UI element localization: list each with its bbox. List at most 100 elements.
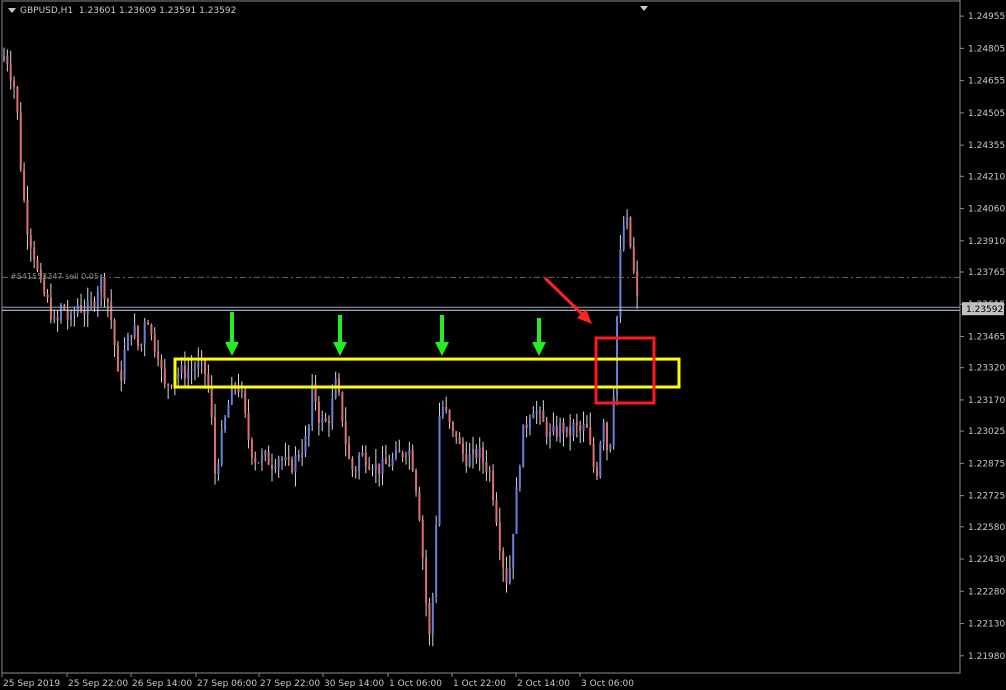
candle-body: [465, 453, 468, 467]
candle-body: [143, 322, 146, 345]
candle-body: [247, 412, 250, 440]
candle-body: [49, 297, 52, 320]
candle-body: [327, 420, 330, 424]
candle-body: [297, 455, 300, 457]
green-arrow-head: [333, 342, 347, 356]
chart-header: GBPUSD,H1 1.23601 1.23609 1.23591 1.2359…: [8, 6, 236, 16]
candle-body: [572, 422, 575, 436]
candle-body: [207, 374, 210, 387]
price-tick-label: 1.24805: [968, 44, 1005, 54]
candle-body: [371, 468, 374, 470]
candle-body: [626, 217, 629, 226]
time-tick-label: 1 Oct 06:00: [389, 679, 442, 689]
ohlc-label: 1.23601 1.23609 1.23591 1.23592: [78, 6, 237, 16]
candle-body: [606, 422, 608, 450]
price-tick-label: 1.24060: [968, 205, 1005, 215]
candle-body: [475, 448, 478, 458]
price-tick-label: 1.24355: [968, 141, 1005, 151]
candle-body: [358, 455, 361, 471]
candle-body: [274, 466, 277, 469]
candle-body: [197, 361, 200, 369]
green-arrow-icon: [333, 315, 347, 356]
candle-body: [518, 467, 521, 488]
candle-body: [545, 421, 548, 437]
candle-body: [482, 447, 485, 463]
candle-body: [435, 524, 438, 597]
candle-body: [23, 169, 26, 201]
candle-body: [244, 390, 247, 413]
candle-body: [532, 413, 535, 419]
candle-body: [177, 373, 180, 379]
price-chart[interactable]: 1.24955 1.24805 1.24655 1.24505 1.24355 1.242…: [0, 0, 1006, 690]
time-tick-label: 30 Sep 14:00: [324, 679, 384, 689]
candle-body: [629, 217, 632, 247]
price-tick-label: 1.23910: [968, 237, 1005, 247]
candle-body: [304, 435, 307, 453]
candle-body: [354, 469, 357, 471]
candle-body: [438, 415, 441, 525]
candle-body: [264, 451, 267, 456]
candle-body: [106, 299, 109, 303]
time-tick-label: 2 Oct 14:00: [517, 679, 570, 689]
candle-body: [559, 422, 562, 437]
price-tick-label: 1.24505: [968, 109, 1005, 119]
order-label[interactable]: #541552347 sell 0.05: [10, 272, 99, 281]
candle-body: [425, 557, 428, 604]
candle-body: [73, 313, 76, 315]
candle-body: [291, 459, 294, 473]
dropdown-triangle-icon[interactable]: [8, 8, 16, 13]
candle-body: [368, 466, 371, 469]
candle-body: [190, 369, 193, 371]
candle-body: [6, 56, 9, 64]
candle-body: [150, 324, 153, 335]
candle-body: [100, 278, 103, 292]
candle-body: [321, 418, 324, 424]
candle-body: [502, 550, 505, 568]
candle-body: [214, 417, 217, 474]
candle-body: [36, 259, 39, 270]
chart-shift-marker-icon[interactable]: [640, 6, 648, 11]
candle-body: [70, 314, 72, 320]
candle-body: [388, 464, 391, 467]
candle-body: [86, 301, 89, 315]
price-tick-label: 1.22875: [968, 459, 1005, 469]
candle-body: [492, 471, 495, 501]
candle-body: [451, 422, 454, 432]
candle-body: [374, 463, 377, 470]
candle-body: [187, 370, 190, 379]
candle-body: [555, 425, 558, 437]
candle-body: [307, 425, 310, 436]
candle-body: [539, 410, 541, 412]
candle-body: [93, 301, 96, 307]
candle-body: [183, 364, 186, 379]
candle-body: [294, 455, 297, 473]
candle-body: [522, 424, 525, 468]
candle-body: [582, 424, 585, 431]
candle-body: [384, 458, 387, 465]
candle-body: [9, 63, 12, 81]
candle-body: [348, 444, 351, 459]
candle-body: [565, 426, 568, 433]
time-tick-label: 26 Sep 14:00: [132, 679, 192, 689]
time-tick-label: 1 Oct 22:00: [453, 679, 506, 689]
green-arrow-icon: [225, 312, 239, 356]
candle-body: [338, 378, 340, 393]
candle-body: [431, 596, 434, 635]
candle-body: [271, 464, 273, 469]
candle-body: [485, 462, 488, 473]
candle-body: [137, 326, 139, 347]
candle-body: [508, 567, 511, 584]
candle-body: [599, 443, 602, 477]
time-tick-label: 27 Sep 22:00: [260, 679, 320, 689]
candle-body: [140, 344, 143, 347]
breakout-box: [594, 336, 656, 405]
candle-body: [589, 427, 592, 444]
green-arrow-head: [225, 342, 239, 356]
candle-body: [461, 443, 464, 454]
candle-body: [411, 449, 414, 471]
candle-body: [126, 335, 129, 351]
candle-body: [488, 471, 491, 473]
candle-body: [19, 112, 22, 170]
candle-body: [445, 407, 448, 411]
price-tick-label: 1.22280: [968, 587, 1005, 597]
